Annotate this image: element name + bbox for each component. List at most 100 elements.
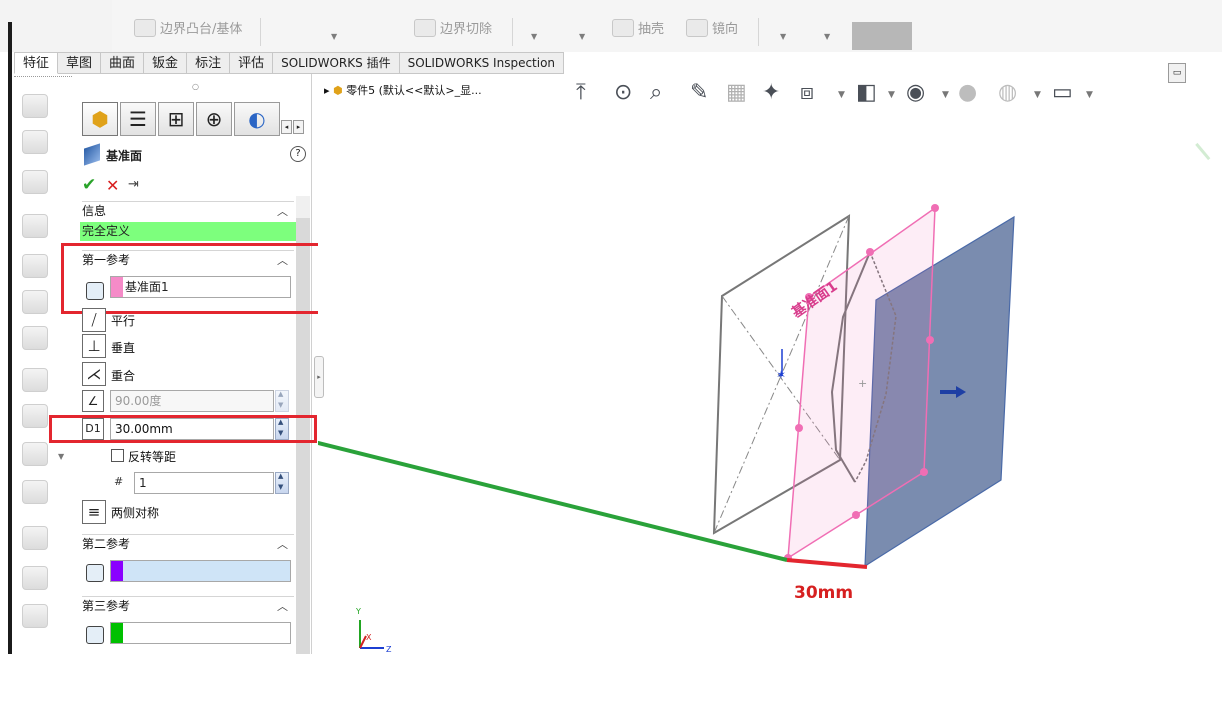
draft-icon[interactable] <box>22 526 48 550</box>
angle-spinner[interactable] <box>275 390 289 412</box>
tab-features[interactable]: 特征 <box>14 52 59 74</box>
chevron-down-icon[interactable]: ▼ <box>824 32 830 41</box>
grip-dots <box>14 76 72 77</box>
cube-reference-icon <box>86 626 104 644</box>
triad-z-label: Z <box>386 645 392 654</box>
chamfer-icon[interactable] <box>22 442 48 466</box>
chevron-down-icon[interactable]: ▼ <box>331 32 337 41</box>
instances-spinner[interactable] <box>275 472 289 494</box>
toolbar-separator <box>512 18 513 46</box>
command-manager-toolbar: 边界凸台/基体 ▼ 边界切除 ▼ ▼ 抽壳 镜向 ▼ ▼ <box>0 0 1222 52</box>
shell-icon <box>612 18 634 37</box>
perpendicular-label: 垂直 <box>111 341 136 355</box>
tab-property-manager[interactable]: ☰ <box>120 102 156 136</box>
perpendicular-button[interactable]: ⊥ <box>82 334 106 358</box>
toolbar-strip <box>112 0 1222 52</box>
status-area <box>0 654 1222 702</box>
pin-button[interactable]: ⇥ <box>128 177 139 192</box>
second-reference-selection-box[interactable] <box>110 560 291 582</box>
tab-sketch[interactable]: 草图 <box>58 52 102 74</box>
third-reference-header[interactable]: 第三参考 ︿ <box>82 596 294 616</box>
mid-plane-button[interactable]: ≡ <box>82 500 106 524</box>
third-reference-color-swatch <box>111 623 123 643</box>
highlight-offset-distance <box>49 415 317 443</box>
model-viewport[interactable]: 基准面1 ✶ + 30mm Y X Z <box>318 74 1222 654</box>
tab-sheet-metal[interactable]: 钣金 <box>144 52 188 74</box>
cancel-button[interactable]: ✕ <box>106 176 119 195</box>
tab-display-manager[interactable]: ◐ <box>234 102 280 136</box>
chevron-down-icon[interactable]: ▼ <box>58 452 64 461</box>
help-icon[interactable]: ? <box>290 146 306 162</box>
mirror-button[interactable]: 镜向 <box>686 18 738 37</box>
tab-configuration-manager[interactable]: ⊞ <box>158 102 194 136</box>
lofted-cut-icon[interactable] <box>22 368 48 392</box>
cube-reference-icon <box>86 564 104 582</box>
mirror-label: 镜向 <box>712 22 739 37</box>
revolve-boss-icon[interactable] <box>22 130 48 154</box>
extrude-boss-icon[interactable] <box>22 94 48 118</box>
pm-title: 基准面 <box>106 149 143 163</box>
chevron-down-icon[interactable]: ▼ <box>579 32 585 41</box>
perpendicular-icon: ⊥ <box>87 337 101 355</box>
tab-surfaces[interactable]: 曲面 <box>101 52 145 74</box>
mirror-icon <box>686 18 708 37</box>
coincident-button[interactable]: ⋌ <box>82 362 106 386</box>
second-reference-header[interactable]: 第二参考 ︿ <box>82 534 294 554</box>
shell-tool-icon[interactable] <box>22 566 48 590</box>
tab-markup[interactable]: 标注 <box>187 52 231 74</box>
boundary-cut-icon <box>414 18 436 37</box>
tab-scroll-right[interactable]: ▸ <box>293 120 304 134</box>
message-header-label: 信息 <box>82 204 107 218</box>
angle-input[interactable]: 90.00度 <box>110 390 274 412</box>
tab-solidworks-addins[interactable]: SOLIDWORKS 插件 <box>273 52 400 74</box>
triad-x-label: X <box>366 633 372 642</box>
boundary-cut-label: 边界切除 <box>440 22 493 37</box>
tab-scroll-left[interactable]: ◂ <box>281 120 292 134</box>
dimension-line <box>786 558 868 569</box>
mid-plane-icon: ≡ <box>87 503 101 521</box>
chevron-up-icon[interactable]: ︿ <box>277 597 288 616</box>
sketch-origin-icon: ✶ <box>776 368 786 382</box>
chevron-down-icon[interactable]: ▼ <box>780 32 786 41</box>
flip-offset-checkbox[interactable] <box>111 449 124 462</box>
sweep-icon[interactable] <box>22 170 48 194</box>
command-tab-bar: 特征 草图 曲面 钣金 标注 评估 SOLIDWORKS 插件 SOLIDWOR… <box>14 52 565 74</box>
second-reference-label: 第二参考 <box>82 537 131 551</box>
tab-feature-manager[interactable]: ⬢ <box>82 102 118 136</box>
chevron-up-icon[interactable]: ︿ <box>277 202 288 221</box>
boundary-cut-button[interactable]: 边界切除 <box>414 18 492 37</box>
third-reference-selection-box[interactable] <box>110 622 291 644</box>
instances-input[interactable]: 1 <box>134 472 274 494</box>
fillet-icon[interactable] <box>22 404 48 428</box>
hole-wizard-icon[interactable] <box>22 254 48 278</box>
linear-pattern-icon[interactable] <box>22 604 48 628</box>
message-section-header[interactable]: 信息 ︿ <box>82 201 294 221</box>
distance-annotation: 30mm <box>794 583 853 603</box>
rib-icon[interactable] <box>22 480 48 504</box>
angle-icon: ∠ <box>87 394 99 408</box>
swept-cut-icon[interactable] <box>22 326 48 350</box>
graphics-edge <box>1213 74 1222 654</box>
second-reference-color-swatch <box>111 561 123 581</box>
boundary-boss-button[interactable]: 边界凸台/基体 <box>134 18 242 37</box>
mid-plane-label: 两侧对称 <box>111 506 160 520</box>
tab-dimxpert-manager[interactable]: ⊕ <box>196 102 232 136</box>
extrude-cut-icon[interactable] <box>22 214 48 238</box>
chevron-up-icon[interactable]: ︿ <box>277 535 288 554</box>
chevron-down-icon[interactable]: ▼ <box>531 32 537 41</box>
panel-grip: ○ <box>192 82 199 91</box>
display-manager-icon: ◐ <box>248 107 266 131</box>
feature-manager-icon: ⬢ <box>91 107 109 131</box>
tab-evaluate[interactable]: 评估 <box>230 52 274 74</box>
ok-button[interactable]: ✔ <box>82 175 96 195</box>
boundary-boss-icon <box>134 18 156 37</box>
tab-solidworks-inspection[interactable]: SOLIDWORKS Inspection <box>399 52 565 74</box>
toolbar-separator <box>260 18 261 46</box>
angle-button[interactable]: ∠ <box>82 390 104 412</box>
shell-button[interactable]: 抽壳 <box>612 18 664 37</box>
parallel-button[interactable]: ⧸ <box>82 308 106 332</box>
revolve-cut-icon[interactable] <box>22 290 48 314</box>
instances-icon: # <box>114 475 124 488</box>
triad-y-label: Y <box>355 607 361 616</box>
property-manager-icon: ☰ <box>129 107 147 131</box>
